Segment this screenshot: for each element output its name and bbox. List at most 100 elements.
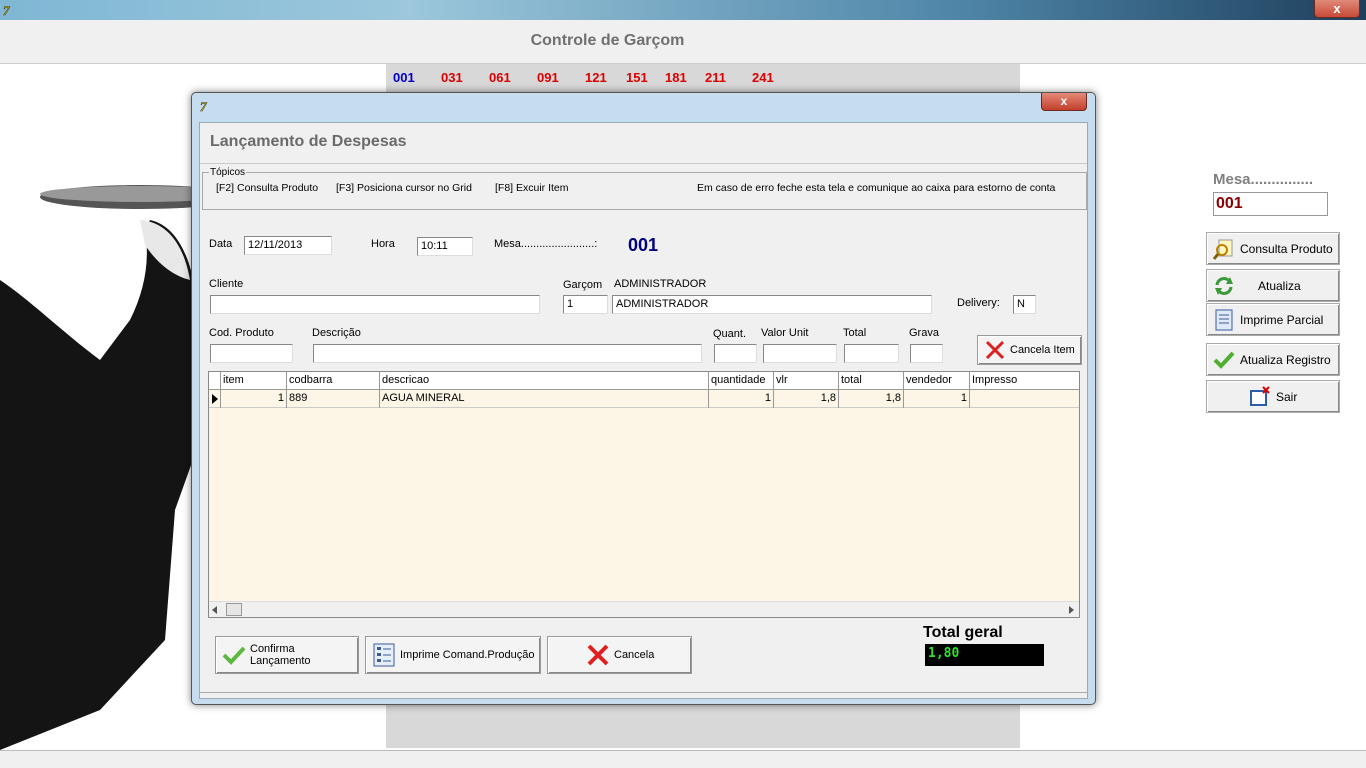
data-field[interactable]: 12/11/2013 bbox=[244, 236, 332, 255]
cod-produto-label: Cod. Produto bbox=[209, 327, 274, 339]
table-button[interactable]: 151 bbox=[626, 70, 648, 85]
confirma-lancamento-label: Confirma Lançamento bbox=[250, 643, 311, 667]
column-header[interactable]: descricao bbox=[380, 372, 709, 390]
table-button[interactable]: 211 bbox=[705, 70, 726, 85]
hora-field[interactable]: 10:11 bbox=[417, 237, 473, 256]
column-header[interactable]: vendedor bbox=[904, 372, 970, 390]
app-logo-icon: 7 bbox=[3, 3, 11, 18]
consulta-produto-button[interactable]: Consulta Produto bbox=[1206, 232, 1340, 265]
table-button[interactable]: 121 bbox=[585, 70, 607, 85]
delivery-field[interactable]: N bbox=[1013, 295, 1036, 314]
check-icon bbox=[222, 646, 246, 665]
items-grid[interactable]: item codbarra descricao quantidade vlr t… bbox=[208, 371, 1080, 618]
waiter-illustration bbox=[0, 185, 200, 750]
status-strip bbox=[0, 750, 1366, 768]
atualiza-registro-button[interactable]: Atualiza Registro bbox=[1206, 343, 1340, 376]
page-title: Controle de Garçom bbox=[530, 32, 685, 49]
dialog-body: Lançamento de Despesas Tópicos [F2] Cons… bbox=[199, 122, 1088, 699]
cell-codbarra[interactable]: 889 bbox=[287, 390, 380, 408]
grid-horizontal-scrollbar[interactable] bbox=[209, 601, 1079, 617]
garcom-label: Garçom bbox=[563, 279, 603, 291]
search-icon bbox=[1213, 239, 1233, 260]
mesa-dialog-value: 001 bbox=[628, 235, 659, 255]
garcom-code-field[interactable]: 1 bbox=[563, 295, 608, 314]
scroll-left-icon[interactable] bbox=[212, 606, 218, 614]
cliente-field[interactable] bbox=[210, 295, 540, 314]
confirma-lancamento-button[interactable]: Confirma Lançamento bbox=[215, 636, 359, 674]
svg-text:7: 7 bbox=[3, 3, 10, 18]
cancela-label: Cancela bbox=[614, 649, 655, 661]
table-button[interactable]: 001 bbox=[393, 70, 415, 85]
descricao-field[interactable] bbox=[313, 344, 702, 363]
imprime-parcial-label: Imprime Parcial bbox=[1240, 312, 1324, 327]
topics-group: Tópicos [F2] Consulta Produto [F3] Posic… bbox=[202, 167, 1087, 210]
table-button[interactable]: 241 bbox=[752, 70, 774, 85]
topic-item: [F8] Excuir Item bbox=[495, 182, 569, 194]
delivery-label: Delivery: bbox=[957, 297, 1000, 309]
dialog-title: Lançamento de Despesas bbox=[210, 133, 407, 150]
imprime-comanda-button[interactable]: Imprime Comand.Produção bbox=[365, 636, 541, 674]
column-header[interactable]: Impresso bbox=[970, 372, 1079, 390]
print-icon bbox=[1215, 309, 1233, 330]
column-header[interactable]: codbarra bbox=[287, 372, 380, 390]
cancela-item-button[interactable]: Cancela Item bbox=[977, 335, 1082, 365]
cancela-button[interactable]: Cancela bbox=[547, 636, 692, 674]
cell-vendedor[interactable]: 1 bbox=[904, 390, 970, 408]
total-label: Total bbox=[843, 327, 867, 339]
sair-button[interactable]: Sair bbox=[1206, 380, 1340, 413]
table-button[interactable]: 181 bbox=[665, 70, 687, 85]
scroll-thumb[interactable] bbox=[226, 603, 242, 616]
refresh-icon bbox=[1215, 276, 1233, 295]
column-header[interactable]: vlr bbox=[774, 372, 839, 390]
check-icon bbox=[1213, 351, 1235, 369]
garcom-name-label: ADMINISTRADOR bbox=[614, 278, 707, 290]
scroll-right-icon[interactable] bbox=[1069, 606, 1075, 614]
header-corner bbox=[209, 372, 221, 390]
topic-item: [F2] Consulta Produto bbox=[216, 182, 319, 194]
cell-total[interactable]: 1,8 bbox=[839, 390, 904, 408]
cell-vlr[interactable]: 1,8 bbox=[774, 390, 839, 408]
mesa-field[interactable]: 001 bbox=[1213, 192, 1328, 216]
column-header[interactable]: quantidade bbox=[709, 372, 774, 390]
dialog-logo-icon: 7 bbox=[200, 99, 208, 114]
cell-item[interactable]: 1 bbox=[221, 390, 287, 408]
imprime-parcial-button[interactable]: Imprime Parcial bbox=[1206, 303, 1340, 336]
cell-impresso[interactable] bbox=[970, 390, 1079, 408]
column-header[interactable]: total bbox=[839, 372, 904, 390]
cod-produto-field[interactable] bbox=[210, 344, 293, 363]
grava-label: Grava bbox=[909, 327, 939, 339]
x-icon bbox=[587, 644, 609, 666]
column-header[interactable]: item bbox=[221, 372, 287, 390]
header-band: Controle de Garçom bbox=[0, 20, 1366, 64]
valor-unit-label: Valor Unit bbox=[761, 327, 809, 339]
quant-label: Quant. bbox=[713, 328, 747, 340]
table-button[interactable]: 061 bbox=[489, 70, 511, 85]
atualiza-label: Atualiza bbox=[1258, 278, 1301, 293]
quant-field[interactable] bbox=[714, 344, 757, 363]
cell-quantidade[interactable]: 1 bbox=[709, 390, 774, 408]
table-button[interactable]: 031 bbox=[441, 70, 463, 85]
table-row[interactable]: 1 889 AGUA MINERAL 1 1,8 1,8 1 bbox=[209, 390, 1079, 408]
exit-icon bbox=[1250, 385, 1270, 406]
window-close-button[interactable]: x bbox=[1314, 0, 1360, 18]
row-indicator bbox=[209, 390, 221, 408]
divider bbox=[200, 163, 1087, 164]
row-pointer-icon bbox=[212, 394, 218, 404]
topic-item: Em caso de erro feche esta tela e comuni… bbox=[697, 182, 1056, 194]
list-icon bbox=[373, 643, 395, 667]
garcom-name-field[interactable]: ADMINISTRADOR bbox=[612, 295, 932, 314]
divider bbox=[200, 692, 1087, 693]
hora-label: Hora bbox=[371, 238, 395, 250]
dialog-close-button[interactable]: x bbox=[1041, 93, 1087, 111]
table-button[interactable]: 091 bbox=[537, 70, 559, 85]
lancamento-dialog: 7 x Lançamento de Despesas Tópicos [F2] … bbox=[191, 92, 1096, 705]
cancela-item-label: Cancela Item bbox=[1010, 344, 1075, 356]
total-field[interactable] bbox=[844, 344, 899, 363]
grava-field[interactable] bbox=[910, 344, 943, 363]
atualiza-button[interactable]: Atualiza bbox=[1206, 269, 1340, 302]
total-geral-label: Total geral bbox=[923, 624, 1003, 641]
imprime-comanda-label: Imprime Comand.Produção bbox=[400, 649, 535, 661]
cell-descricao[interactable]: AGUA MINERAL bbox=[380, 390, 709, 408]
valor-unit-field[interactable] bbox=[763, 344, 837, 363]
topics-legend: Tópicos bbox=[209, 167, 247, 178]
